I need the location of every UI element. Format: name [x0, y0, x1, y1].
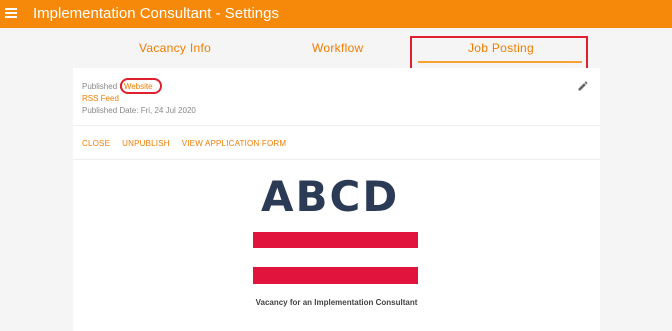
divider: [73, 125, 600, 126]
close-button[interactable]: CLOSE: [82, 139, 110, 148]
annotation-circle: [119, 78, 162, 94]
company-logo-text: ABCD: [261, 172, 400, 221]
annotation-highlight-box: [410, 36, 588, 70]
logo-flag-graphic: [253, 232, 418, 284]
rss-feed-link[interactable]: RSS Feed: [82, 94, 119, 103]
tab-vacancy-info[interactable]: Vacancy Info: [139, 41, 211, 55]
unpublish-button[interactable]: UNPUBLISH: [122, 139, 170, 148]
action-bar: CLOSE UNPUBLISH VIEW APPLICATION FORM: [82, 139, 286, 148]
published-prefix: Published t: [82, 82, 122, 91]
publish-info: Published t Website RSS Feed Published D…: [82, 78, 196, 117]
published-date: Published Date: Fri, 24 Jul 2020: [82, 106, 196, 115]
divider: [73, 159, 600, 160]
tab-bar: Vacancy Info Workflow Job Posting: [0, 28, 672, 70]
vacancy-caption: Vacancy for an Implementation Consultant: [255, 298, 418, 307]
view-application-form-button[interactable]: VIEW APPLICATION FORM: [182, 139, 287, 148]
menu-icon[interactable]: [5, 8, 17, 20]
tab-workflow[interactable]: Workflow: [312, 41, 364, 55]
job-posting-card: Published t Website RSS Feed Published D…: [73, 68, 600, 331]
edit-icon[interactable]: [577, 80, 589, 92]
page-title: Implementation Consultant - Settings: [33, 5, 279, 22]
top-app-bar: Implementation Consultant - Settings: [0, 0, 672, 28]
